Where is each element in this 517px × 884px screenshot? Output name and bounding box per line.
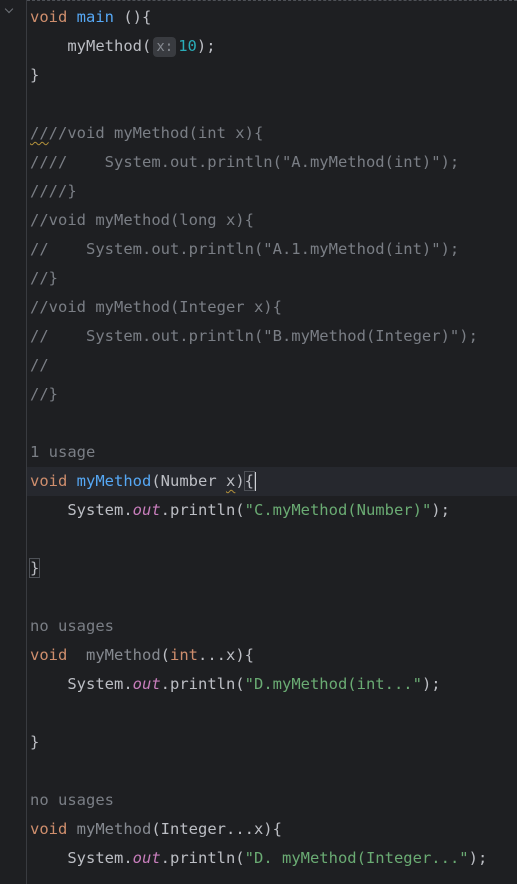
matched-brace: { xyxy=(243,471,256,491)
code-text: (Integer...x){ xyxy=(151,820,282,838)
method-name-unused[interactable]: myMethod xyxy=(77,820,152,838)
code-line-empty[interactable] xyxy=(30,583,517,612)
method-name-unused[interactable]: myMethod xyxy=(86,646,161,664)
code-line-empty[interactable] xyxy=(30,409,517,438)
method-call[interactable]: myMethod( xyxy=(67,37,151,55)
usage-count[interactable]: no usages xyxy=(30,791,114,809)
code-line[interactable]: System.out.println("C.myMethod(Number)")… xyxy=(30,496,517,525)
parameter-hint: x: xyxy=(153,37,177,57)
code-line-empty[interactable] xyxy=(30,699,517,728)
method-separator xyxy=(27,0,517,1)
text-caret xyxy=(254,472,257,491)
comment: // System.out.println("B.myMethod(Intege… xyxy=(30,327,478,345)
class-ref: System. xyxy=(67,675,133,693)
code-line[interactable]: //} xyxy=(30,380,517,409)
comment: // xyxy=(30,356,49,374)
string-literal: "C.myMethod(Number)" xyxy=(244,501,432,519)
keyword: void xyxy=(30,646,68,664)
code-line[interactable]: myMethod(x: 10); xyxy=(30,32,517,61)
code-line[interactable]: ////} xyxy=(30,177,517,206)
fold-icon[interactable] xyxy=(4,4,14,14)
code-text: (Number xyxy=(151,472,226,490)
code-line[interactable]: } xyxy=(28,554,517,583)
code-line-empty[interactable] xyxy=(30,757,517,786)
code-line[interactable]: System.out.println("D. myMethod(Integer.… xyxy=(30,844,517,873)
keyword: void xyxy=(30,820,68,838)
code-line[interactable]: } xyxy=(30,728,517,757)
code-line-current[interactable]: void myMethod(Number x){ xyxy=(27,467,517,496)
editor-gutter[interactable] xyxy=(0,0,27,884)
code-line[interactable]: System.out.println("D.myMethod(int..."); xyxy=(30,670,517,699)
code-text: (){ xyxy=(114,8,152,26)
class-ref: System. xyxy=(67,501,133,519)
usage-count[interactable]: no usages xyxy=(30,617,114,635)
method-name[interactable]: main xyxy=(77,8,114,26)
usage-hint[interactable]: 1 usage xyxy=(30,438,517,467)
code-line[interactable]: ////void myMethod(int x){ xyxy=(30,119,517,148)
method-name[interactable]: myMethod xyxy=(77,472,152,490)
code-text: } xyxy=(30,66,40,84)
usage-count[interactable]: 1 usage xyxy=(30,443,95,461)
matched-brace: } xyxy=(28,558,41,578)
keyword: int xyxy=(170,646,198,664)
code-line[interactable]: //void myMethod(Integer x){ xyxy=(30,293,517,322)
code-line[interactable]: void myMethod(Integer...x){ xyxy=(30,815,517,844)
code-text: ); xyxy=(468,849,488,867)
static-field: out xyxy=(132,675,161,693)
code-text: .println( xyxy=(160,675,245,693)
comment: //void myMethod(Integer x){ xyxy=(30,298,282,316)
keyword: void xyxy=(30,472,68,490)
static-field: out xyxy=(132,501,161,519)
code-line[interactable]: } xyxy=(30,61,517,90)
code-text: ); xyxy=(421,675,441,693)
code-line[interactable]: void main (){ xyxy=(30,3,517,32)
code-editor[interactable]: void main (){ myMethod(x: 10); } ////void… xyxy=(0,0,517,884)
code-line-empty[interactable] xyxy=(30,525,517,554)
code-line[interactable]: // System.out.println("B.myMethod(Intege… xyxy=(30,322,517,351)
parameter-warning[interactable]: x xyxy=(226,472,235,490)
code-text: ); xyxy=(431,501,450,519)
comment: //} xyxy=(30,269,58,287)
code-text: .println( xyxy=(160,849,245,867)
code-line[interactable]: // System.out.println("A.1.myMethod(int)… xyxy=(30,235,517,264)
usage-hint[interactable]: no usages xyxy=(30,786,517,815)
string-literal: "D. myMethod(Integer..." xyxy=(244,849,469,867)
code-text: .println( xyxy=(160,501,245,519)
comment: //void myMethod(long x){ xyxy=(30,211,254,229)
class-ref: System. xyxy=(67,849,133,867)
code-text: ...x){ xyxy=(198,646,254,664)
comment-warning[interactable]: // xyxy=(30,124,49,142)
code-line-empty[interactable] xyxy=(30,90,517,119)
comment: ////} xyxy=(30,182,77,200)
code-lines[interactable]: void main (){ myMethod(x: 10); } ////void… xyxy=(27,3,517,873)
comment: //// System.out.println("A.myMethod(int)… xyxy=(30,153,460,171)
static-field: out xyxy=(132,849,161,867)
comment: //void myMethod(int x){ xyxy=(48,124,264,142)
code-line[interactable]: //} xyxy=(30,264,517,293)
code-text: ); xyxy=(196,37,216,55)
string-literal: "D.myMethod(int..." xyxy=(244,675,422,693)
usage-hint[interactable]: no usages xyxy=(30,612,517,641)
comment: // System.out.println("A.1.myMethod(int)… xyxy=(30,240,460,258)
number-literal: 10 xyxy=(178,37,197,55)
keyword: void xyxy=(30,8,68,26)
code-line[interactable]: //void myMethod(long x){ xyxy=(30,206,517,235)
code-text: } xyxy=(30,733,40,751)
code-line[interactable]: //// System.out.println("A.myMethod(int)… xyxy=(30,148,517,177)
code-text: ) xyxy=(235,472,245,490)
code-line[interactable]: void myMethod(int...x){ xyxy=(30,641,517,670)
code-line[interactable]: // xyxy=(30,351,517,380)
comment: //} xyxy=(30,385,58,403)
code-text: ( xyxy=(160,646,170,664)
